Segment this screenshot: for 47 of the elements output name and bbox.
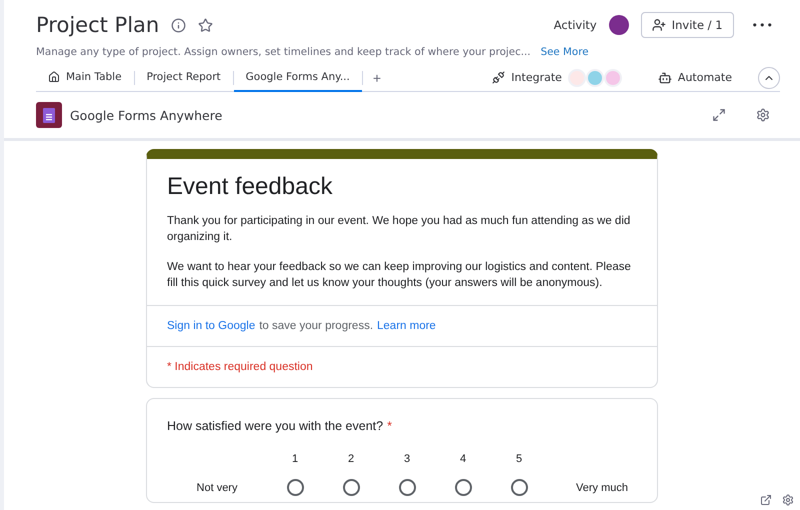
view-tab[interactable]: Main Table [36,64,134,92]
scale-number: 1 [292,453,298,465]
more-button[interactable]: ••• [746,18,780,32]
radio-button[interactable] [286,479,304,496]
question-text: How satisfied were you with the event? [167,419,384,433]
sign-in-link[interactable]: Sign in to Google [167,320,256,332]
scale-number: 2 [348,453,354,465]
automate-button[interactable]: Automate [652,70,738,86]
settings-icon[interactable] [782,494,794,506]
form-title: Event feedback [167,173,334,201]
external-link-icon[interactable] [760,494,772,506]
learn-more-link[interactable]: Learn more [377,320,436,332]
robot-icon [658,70,672,84]
info-icon[interactable] [171,18,186,32]
home-icon [48,71,60,83]
integrate-button[interactable]: Integrate [486,70,568,85]
form-description: Thank you for participating in our event. We hope you had as much fun attending as we did organizing it. [167,214,632,245]
radio-button[interactable] [510,479,528,496]
star-icon[interactable] [198,18,214,32]
save-progress-text: to save your progress. [259,320,374,332]
invite-button[interactable]: Invite / 1 [640,12,734,38]
forms-logo-icon [36,102,62,128]
fullscreen-icon[interactable] [712,108,726,122]
required-mark: * [387,419,392,433]
board-title: Project Plan [36,13,160,37]
scale-number: 4 [460,453,466,465]
see-more-link[interactable]: See More [540,46,589,58]
radio-button[interactable] [398,479,416,496]
required-note: * Indicates required question [167,361,314,373]
add-tab-button[interactable]: + [362,70,392,86]
board-description: Manage any type of project. Assign owners, set timelines and keep track of where your projec... [36,46,531,58]
view-tab[interactable]: Google Forms Any... [234,64,362,92]
scale-low-label: Not very [196,482,238,494]
scale-number: 5 [516,453,522,465]
collapse-button[interactable] [758,66,780,88]
settings-icon[interactable] [756,108,770,122]
scale-number: 3 [404,453,410,465]
radio-button[interactable] [454,479,472,496]
scale-high-label: Very much [576,482,628,494]
app-title: Google Forms Anywhere [70,108,224,122]
avatar [608,15,629,35]
activity-label[interactable]: Activity [554,18,597,32]
form-description: We want to hear your feedback so we can keep improving our logistics and content. Please fill this quick survey and let us know your thoughts (your answers will be anonymous). [167,260,632,291]
radio-button[interactable] [342,479,360,496]
view-tab[interactable]: Project Report [134,64,233,92]
plug-icon [492,71,506,84]
person-plus-icon [652,18,666,32]
